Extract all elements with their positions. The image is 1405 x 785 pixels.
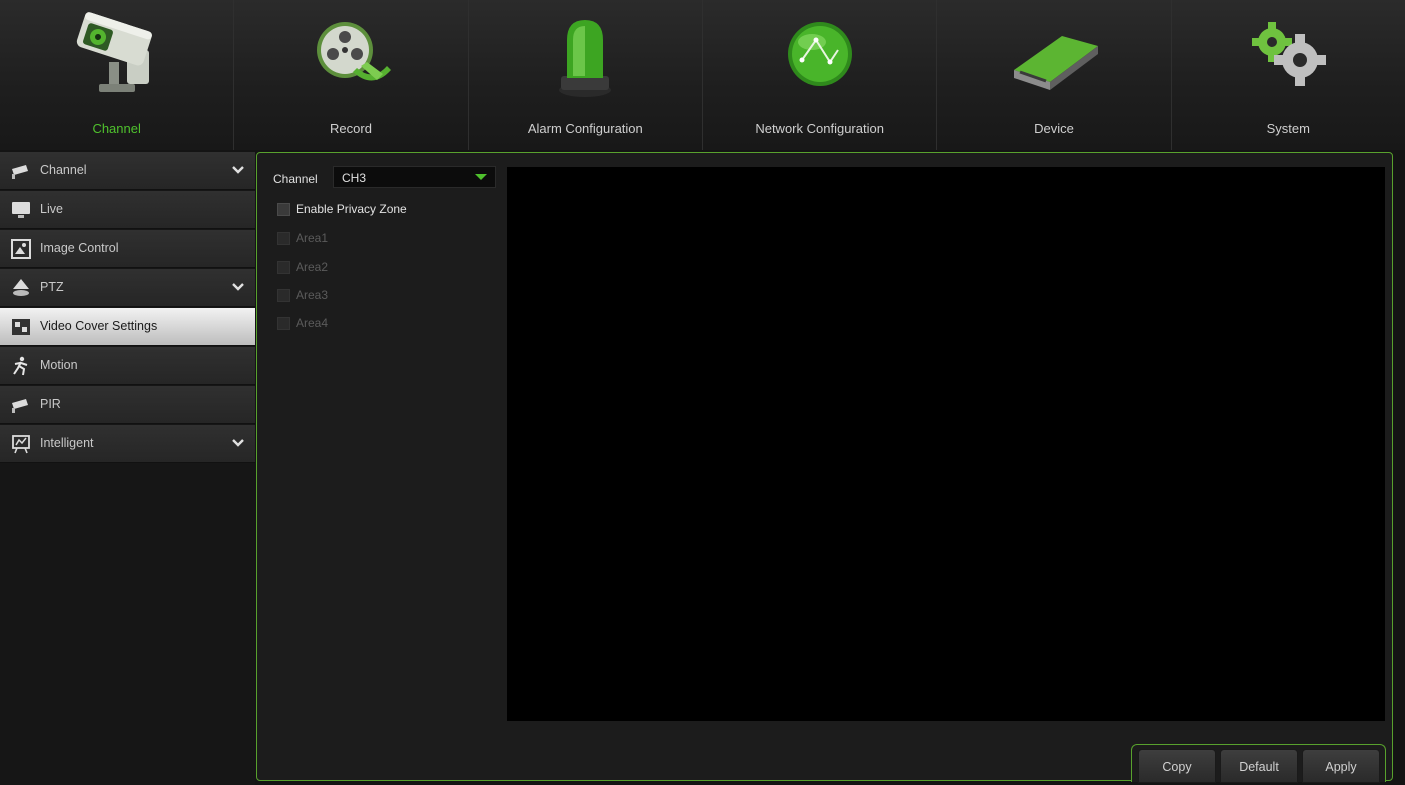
enable-privacy-zone-checkbox[interactable] [277,203,290,216]
area4-label: Area4 [296,316,329,330]
channel-select[interactable]: CH3 [333,166,496,188]
sidebar-item-label: PIR [40,397,61,411]
nav-tab-label: Channel [92,121,141,136]
sidebar-item-label: Video Cover Settings [40,319,158,333]
intelligent-icon [12,435,30,454]
copy-button[interactable]: Copy [1138,749,1216,783]
sidebar: Channel Live Image Control PTZ Video Cov… [0,152,255,785]
nav-tab-alarm-configuration[interactable]: Alarm Configuration [469,0,703,150]
dropdown-arrow-icon[interactable] [467,167,495,187]
nav-tab-channel[interactable]: Channel [0,0,235,150]
sidebar-item-label: Intelligent [40,436,94,450]
gears-icon [1252,22,1327,86]
ptz-icon [13,279,29,296]
video-cover-icon [12,319,30,335]
nav-tab-label: Record [330,121,372,136]
running-man-icon [13,356,28,376]
sidebar-item-ptz[interactable]: PTZ [0,269,255,307]
area3-checkbox [277,289,290,302]
image-control-icon [11,239,31,259]
pir-icon [12,399,28,413]
apply-button[interactable]: Apply [1302,749,1380,783]
enable-privacy-zone-label: Enable Privacy Zone [296,202,407,216]
sidebar-item-live[interactable]: Live [0,191,255,229]
sidebar-item-label: Live [40,202,63,216]
sidebar-item-image-control[interactable]: Image Control [0,230,255,268]
video-preview[interactable] [507,167,1385,721]
button-tray: Copy Default Apply [1131,744,1386,783]
film-reel-icon [316,22,391,81]
channel-select-value: CH3 [342,171,367,185]
sidebar-item-motion[interactable]: Motion [0,347,255,385]
network-globe-icon [787,22,852,86]
video-cover-panel: Channel CH3 Enable Privacy Zone Area1 Ar… [256,152,1393,783]
nav-tab-system[interactable]: System [1172,0,1405,150]
camera-small-icon [12,165,28,179]
area2-label: Area2 [296,260,329,274]
sidebar-item-video-cover-settings[interactable]: Video Cover Settings [0,308,255,346]
sidebar-item-label: PTZ [40,280,64,294]
area1-label: Area1 [296,231,329,245]
sidebar-item-label: Image Control [40,241,119,255]
chevron-down-icon[interactable] [231,163,245,177]
nav-tab-network-configuration[interactable]: Network Configuration [703,0,938,150]
nav-tab-label: Device [1034,121,1074,136]
sidebar-item-intelligent[interactable]: Intelligent [0,425,255,463]
sidebar-item-label: Channel [40,163,87,177]
area3-label: Area3 [296,288,329,302]
chevron-down-icon[interactable] [231,436,245,450]
hard-drive-icon [1013,36,1098,90]
area2-checkbox [277,261,290,274]
nav-tab-label: Network Configuration [755,121,884,136]
camera-icon [76,12,152,92]
area4-checkbox [277,317,290,330]
top-navigation: Channel Record Alarm Configuration Netwo… [0,0,1405,150]
nav-tab-label: Alarm Configuration [527,121,643,136]
nav-tab-record[interactable]: Record [234,0,469,150]
nav-tab-device[interactable]: Device [937,0,1172,150]
sidebar-item-pir[interactable]: PIR [0,386,255,424]
chevron-down-icon[interactable] [231,280,245,294]
nav-tab-label: System [1266,121,1310,136]
alarm-beacon-icon [559,20,612,97]
area1-checkbox [277,232,290,245]
channel-label: Channel [273,172,318,186]
sidebar-item-channel[interactable]: Channel [0,152,255,190]
monitor-icon [12,202,30,218]
default-button[interactable]: Default [1220,749,1298,783]
sidebar-item-label: Motion [40,358,78,372]
